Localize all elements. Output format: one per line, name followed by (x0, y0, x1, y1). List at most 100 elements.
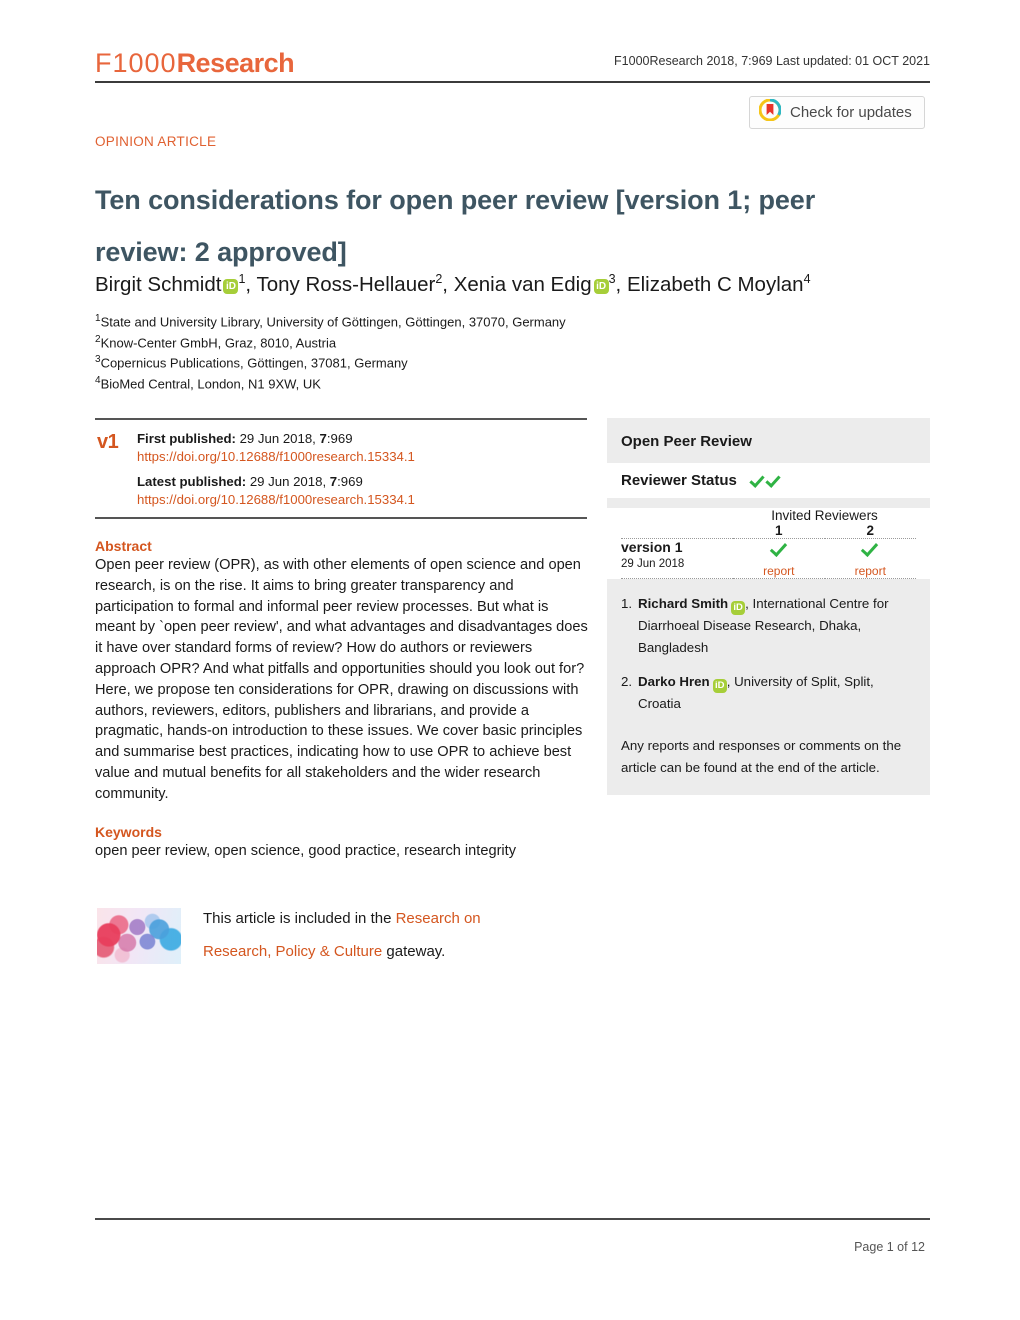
first-published-volume: 7 (319, 431, 327, 446)
affiliation-list: 1State and University Library, Universit… (95, 310, 655, 392)
publication-history-block: v1 First published: 29 Jun 2018, 7:969 h… (95, 418, 587, 519)
report-link[interactable]: report (733, 564, 824, 578)
list-item: 1. Richard Smith iD, International Centre… (621, 593, 916, 659)
table-row: version 1 29 Jun 2018 report report (621, 539, 916, 579)
panel-spacer (607, 498, 930, 508)
orcid-icon[interactable]: iD (593, 278, 609, 294)
logo-text-light: F1000 (95, 48, 177, 78)
author-entry[interactable]: Xenia van Edig iD3 (453, 272, 616, 296)
first-published-line: First published: 29 Jun 2018, 7:969 (137, 430, 587, 448)
reviewer-name[interactable]: Darko Hren (638, 674, 710, 689)
latest-published-group: Latest published: 29 Jun 2018, 7:969 htt… (137, 473, 587, 508)
gateway-callout: This article is included in the Research… (97, 902, 597, 968)
orcid-icon[interactable]: iD (712, 679, 727, 693)
header-divider (95, 81, 930, 83)
header-citation-meta: F1000Research 2018, 7:969 Last updated: … (614, 54, 930, 68)
abstract-body: Open peer review (OPR), as with other el… (95, 557, 588, 802)
f1000research-logo[interactable]: F1000Research (95, 48, 295, 78)
affiliation-text: Know-Center GmbH, Graz, 8010, Austria (100, 334, 337, 350)
author-entry[interactable]: Birgit Schmidt iD1 (95, 272, 245, 296)
version-badge: v1 (97, 431, 119, 453)
affiliation-text: BioMed Central, London, N1 9XW, UK (100, 375, 321, 391)
approved-check-icon (860, 539, 880, 559)
open-peer-review-panel: Open Peer Review Reviewer Status Invited… (607, 418, 930, 795)
gateway-suffix: gateway. (382, 943, 446, 960)
abstract-section: Abstract Open peer review (OPR), as with… (95, 538, 590, 805)
version-name: version 1 (621, 539, 683, 555)
logo-text-bold: Research (176, 48, 295, 78)
author-separator: , (245, 272, 257, 296)
reviewer-entry: Richard Smith iD, International Centre fo… (638, 593, 916, 659)
masthead: F1000Research F1000Research 2018, 7:969 … (95, 48, 930, 82)
affiliation-item: 4BioMed Central, London, N1 9XW, UK (95, 372, 655, 393)
first-published-group: First published: 29 Jun 2018, 7:969 http… (137, 430, 587, 465)
author-list: Birgit Schmidt iD1, Tony Ross-Hellauer2, … (95, 265, 910, 299)
check-for-updates-button[interactable]: Check for updates (749, 96, 925, 129)
gateway-link-line-1[interactable]: Research on (396, 910, 481, 927)
page-number: Page 1 of 12 (854, 1240, 925, 1254)
reviewer-column-header-1: 1 (775, 523, 783, 538)
crossmark-circle-icon (758, 98, 782, 126)
reviewer-index: 1. (621, 596, 633, 611)
first-published-date: 29 Jun 2018, (239, 431, 320, 446)
approved-check-icon (765, 473, 781, 489)
author-name: Birgit Schmidt (95, 272, 222, 296)
approved-check-icon (769, 539, 789, 559)
table-spacer-cell (621, 523, 733, 538)
gateway-thumbnail-image (97, 908, 181, 964)
publication-block-bottom-rule (95, 517, 587, 519)
reviewer-name[interactable]: Richard Smith (638, 596, 728, 611)
author-entry[interactable]: Elizabeth C Moylan4 (626, 272, 811, 296)
author-affiliation-ref: 3 (608, 272, 616, 286)
latest-published-page: :969 (337, 474, 363, 489)
affiliation-item: 2Know-Center GmbH, Graz, 8010, Austria (95, 331, 655, 352)
version-cell: version 1 29 Jun 2018 (621, 539, 733, 579)
affiliation-item: 1State and University Library, Universit… (95, 310, 655, 331)
latest-published-label: Latest published: (137, 474, 247, 489)
reviewer-status-label: Reviewer Status (621, 472, 737, 489)
open-peer-review-title: Open Peer Review (621, 433, 752, 450)
orcid-icon[interactable]: iD (223, 278, 239, 294)
check-for-updates-label: Check for updates (790, 104, 912, 121)
latest-published-line: Latest published: 29 Jun 2018, 7:969 (137, 473, 587, 491)
reviewer-list: 1. Richard Smith iD, International Centre… (607, 579, 930, 731)
title-version-bracket-2: review: 2 approved] (95, 237, 347, 268)
author-name: Tony Ross-Hellauer (256, 272, 436, 296)
invited-reviewers-header: Invited Reviewers (771, 508, 878, 523)
affiliation-item: 3Copernicus Publications, Göttingen, 370… (95, 351, 655, 372)
article-type-kicker: OPINION ARTICLE (95, 134, 217, 149)
reviewer-1-cell: report (733, 539, 824, 578)
first-published-doi-link[interactable]: https://doi.org/10.12688/f1000research.1… (137, 448, 587, 466)
author-name: Elizabeth C Moylan (626, 272, 804, 296)
keywords-section: Keywords open peer review, open science,… (95, 824, 590, 862)
author-affiliation-ref: 4 (803, 272, 811, 286)
latest-published-doi-link[interactable]: https://doi.org/10.12688/f1000research.1… (137, 491, 587, 509)
article-page: F1000Research F1000Research 2018, 7:969 … (0, 0, 1020, 1320)
reviewer-2-cell: report (825, 539, 916, 578)
open-peer-review-note: Any reports and responses or comments on… (621, 738, 902, 775)
first-published-page: :969 (326, 431, 353, 446)
title-version-bracket-1: [version 1; peer (615, 185, 816, 216)
gateway-link-line-2[interactable]: Research, Policy & Culture (203, 943, 382, 960)
gateway-prefix: This article is included in the (203, 910, 396, 927)
first-published-label: First published: (137, 431, 236, 446)
title-main: Ten considerations for open peer review (95, 185, 609, 216)
reviewer-status-row: Reviewer Status (607, 463, 930, 498)
approved-check-icon (749, 473, 765, 489)
affiliation-text: Copernicus Publications, Göttingen, 3708… (100, 355, 408, 371)
author-name: Xenia van Edig (453, 272, 592, 296)
table-row: 1 2 (621, 523, 916, 538)
reviewer-status-table: Invited Reviewers 1 2 version 1 29 Jun 2… (607, 508, 930, 579)
reviewer-column-header-2: 2 (866, 523, 875, 538)
version-date: 29 Jun 2018 (621, 558, 685, 570)
page-title: Ten considerations for open peer review … (95, 174, 865, 278)
reviewer-entry: Darko Hren iD, University of Split, Split… (638, 671, 916, 715)
footer-divider (95, 1218, 930, 1220)
author-entry[interactable]: Tony Ross-Hellauer2 (256, 272, 442, 296)
abstract-heading: Abstract (95, 538, 152, 554)
latest-published-date: 29 Jun 2018, (249, 474, 330, 489)
report-link[interactable]: report (825, 564, 916, 578)
reviewer-index: 2. (621, 674, 633, 689)
table-row: Invited Reviewers (621, 508, 916, 523)
orcid-icon[interactable]: iD (731, 601, 746, 615)
